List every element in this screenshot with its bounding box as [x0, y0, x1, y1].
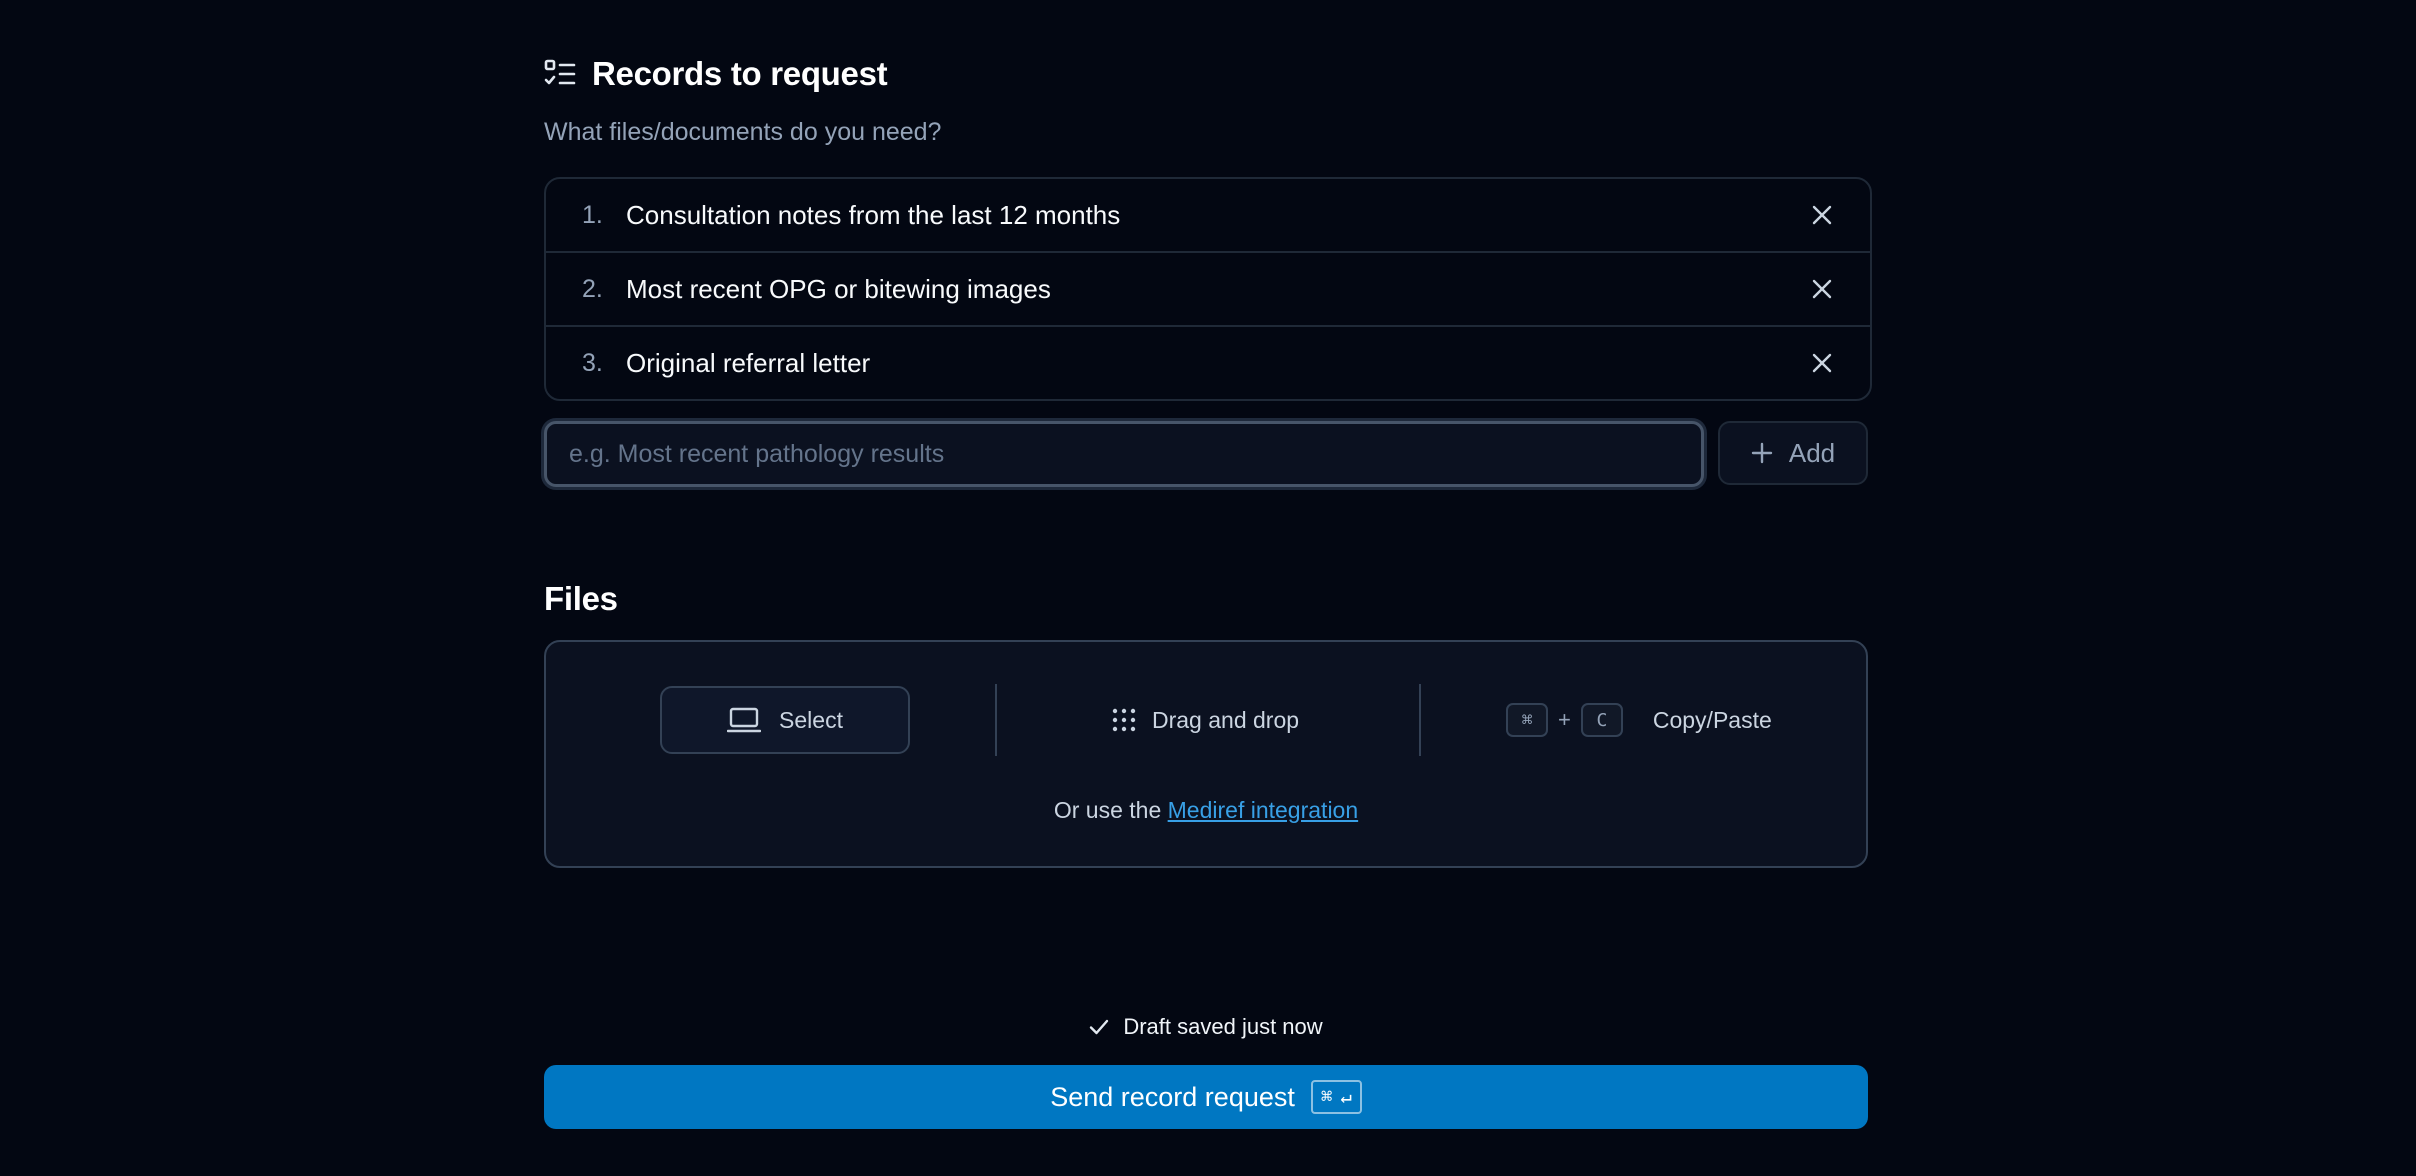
- laptop-icon: [727, 707, 762, 733]
- send-record-request-button[interactable]: Send record request ⌘ ↵: [544, 1065, 1868, 1129]
- mediref-integration-link[interactable]: Mediref integration: [1168, 797, 1359, 823]
- checklist-icon: [544, 59, 576, 89]
- file-upload-area[interactable]: Select Drag and drop ⌘ + C Copy/Paste Or…: [544, 640, 1868, 868]
- close-icon: [1812, 279, 1832, 299]
- drag-and-drop-option: Drag and drop: [1112, 684, 1299, 756]
- draft-status-text: Draft saved just now: [1123, 1014, 1323, 1039]
- send-button-label: Send record request: [1050, 1081, 1295, 1112]
- cmd-key: ⌘: [1506, 703, 1548, 737]
- grip-icon: [1112, 708, 1136, 732]
- record-number: 2.: [582, 274, 603, 303]
- records-section-header: Records to request: [544, 52, 1868, 96]
- enter-key: ↵: [1340, 1086, 1352, 1108]
- draft-status: Draft saved just now: [544, 1012, 1868, 1042]
- record-text: Consultation notes from the last 12 mont…: [626, 199, 1121, 230]
- record-text: Most recent OPG or bitewing images: [626, 273, 1051, 304]
- send-shortcut: ⌘ ↵: [1310, 1080, 1362, 1114]
- upload-options: Select Drag and drop ⌘ + C Copy/Paste: [546, 684, 1866, 756]
- record-input[interactable]: [544, 421, 1704, 487]
- files-title: Files: [544, 580, 618, 617]
- record-request-page: Records to request What files/documents …: [0, 0, 2416, 1176]
- record-number: 3.: [582, 348, 603, 377]
- records-list: 1. Consultation notes from the last 12 m…: [544, 177, 1872, 401]
- add-record-row: Add: [544, 421, 1868, 487]
- copy-paste-option: ⌘ + C Copy/Paste: [1506, 684, 1772, 756]
- check-icon: [1090, 1019, 1109, 1035]
- divider: [1419, 684, 1421, 756]
- remove-record-button[interactable]: [1802, 195, 1842, 235]
- integration-line: Or use the Mediref integration: [546, 797, 1866, 824]
- remove-record-button[interactable]: [1802, 269, 1842, 309]
- remove-record-button[interactable]: [1802, 343, 1842, 383]
- add-button-label: Add: [1788, 437, 1836, 468]
- close-icon: [1812, 205, 1832, 225]
- plus-icon: [1751, 442, 1773, 464]
- records-subtitle: What files/documents do you need?: [544, 118, 942, 146]
- record-number: 1.: [582, 200, 603, 229]
- list-item: 3. Original referral letter: [546, 325, 1870, 399]
- copy-paste-label: Copy/Paste: [1652, 706, 1772, 733]
- plus-sign: +: [1558, 707, 1571, 732]
- divider: [995, 684, 997, 756]
- list-item: 1. Consultation notes from the last 12 m…: [546, 179, 1870, 251]
- add-record-button[interactable]: Add: [1718, 421, 1868, 485]
- close-icon: [1812, 353, 1832, 373]
- integration-prefix: Or use the: [1053, 797, 1162, 823]
- records-title: Records to request: [592, 55, 888, 92]
- cmd-key: ⌘: [1320, 1086, 1333, 1108]
- select-label: Select: [779, 706, 843, 733]
- c-key: C: [1580, 703, 1623, 737]
- drag-label: Drag and drop: [1152, 706, 1300, 733]
- list-item: 2. Most recent OPG or bitewing images: [546, 251, 1870, 325]
- record-text: Original referral letter: [626, 347, 871, 378]
- select-files-button[interactable]: Select: [660, 686, 910, 754]
